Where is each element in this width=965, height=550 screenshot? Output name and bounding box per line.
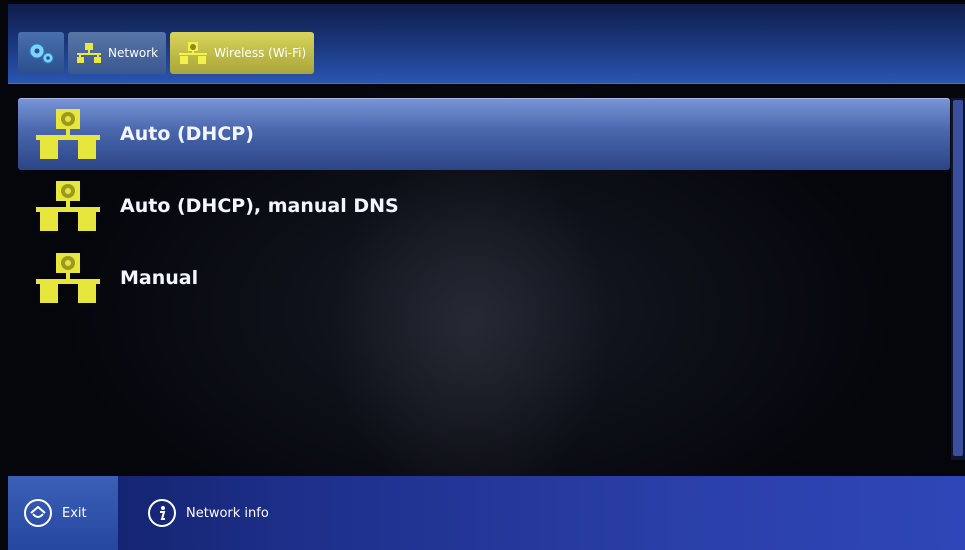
gears-icon: [29, 43, 54, 64]
option-label: Auto (DHCP), manual DNS: [120, 195, 399, 217]
scrollbar-thumb[interactable]: [953, 100, 963, 456]
option-manual[interactable]: Manual: [18, 242, 950, 314]
option-auto-dhcp-manual-dns[interactable]: Auto (DHCP), manual DNS: [18, 170, 950, 242]
network-config-icon: [36, 181, 100, 231]
option-label: Manual: [120, 267, 199, 289]
home-icon: [24, 499, 52, 527]
exit-label: Exit: [62, 505, 87, 521]
breadcrumb-wifi[interactable]: Wireless (Wi-Fi): [170, 32, 315, 74]
option-auto-dhcp[interactable]: Auto (DHCP): [18, 98, 950, 170]
network-icon: [77, 43, 101, 63]
breadcrumb-network-label: Network: [108, 46, 159, 60]
bottom-bar: Exit Network info: [8, 476, 965, 550]
connection-mode-list: Auto (DHCP) Auto (DHCP), manual DNS Manu…: [18, 98, 950, 314]
breadcrumb: Network Wireless (Wi-Fi): [18, 32, 315, 74]
breadcrumb-wifi-label: Wireless (Wi-Fi): [214, 46, 307, 60]
network-info-button[interactable]: Network info: [138, 476, 269, 550]
network-config-icon: [36, 253, 100, 303]
option-label: Auto (DHCP): [120, 123, 254, 145]
info-icon: [148, 499, 176, 527]
scrollbar[interactable]: [951, 98, 965, 460]
network-config-icon: [36, 109, 100, 159]
network-config-icon: [179, 42, 208, 64]
network-info-label: Network info: [186, 505, 269, 521]
breadcrumb-settings[interactable]: [18, 32, 64, 74]
breadcrumb-network[interactable]: Network: [68, 32, 167, 74]
exit-button[interactable]: Exit: [8, 476, 118, 550]
top-bar: Network Wireless (Wi-Fi): [8, 4, 965, 84]
